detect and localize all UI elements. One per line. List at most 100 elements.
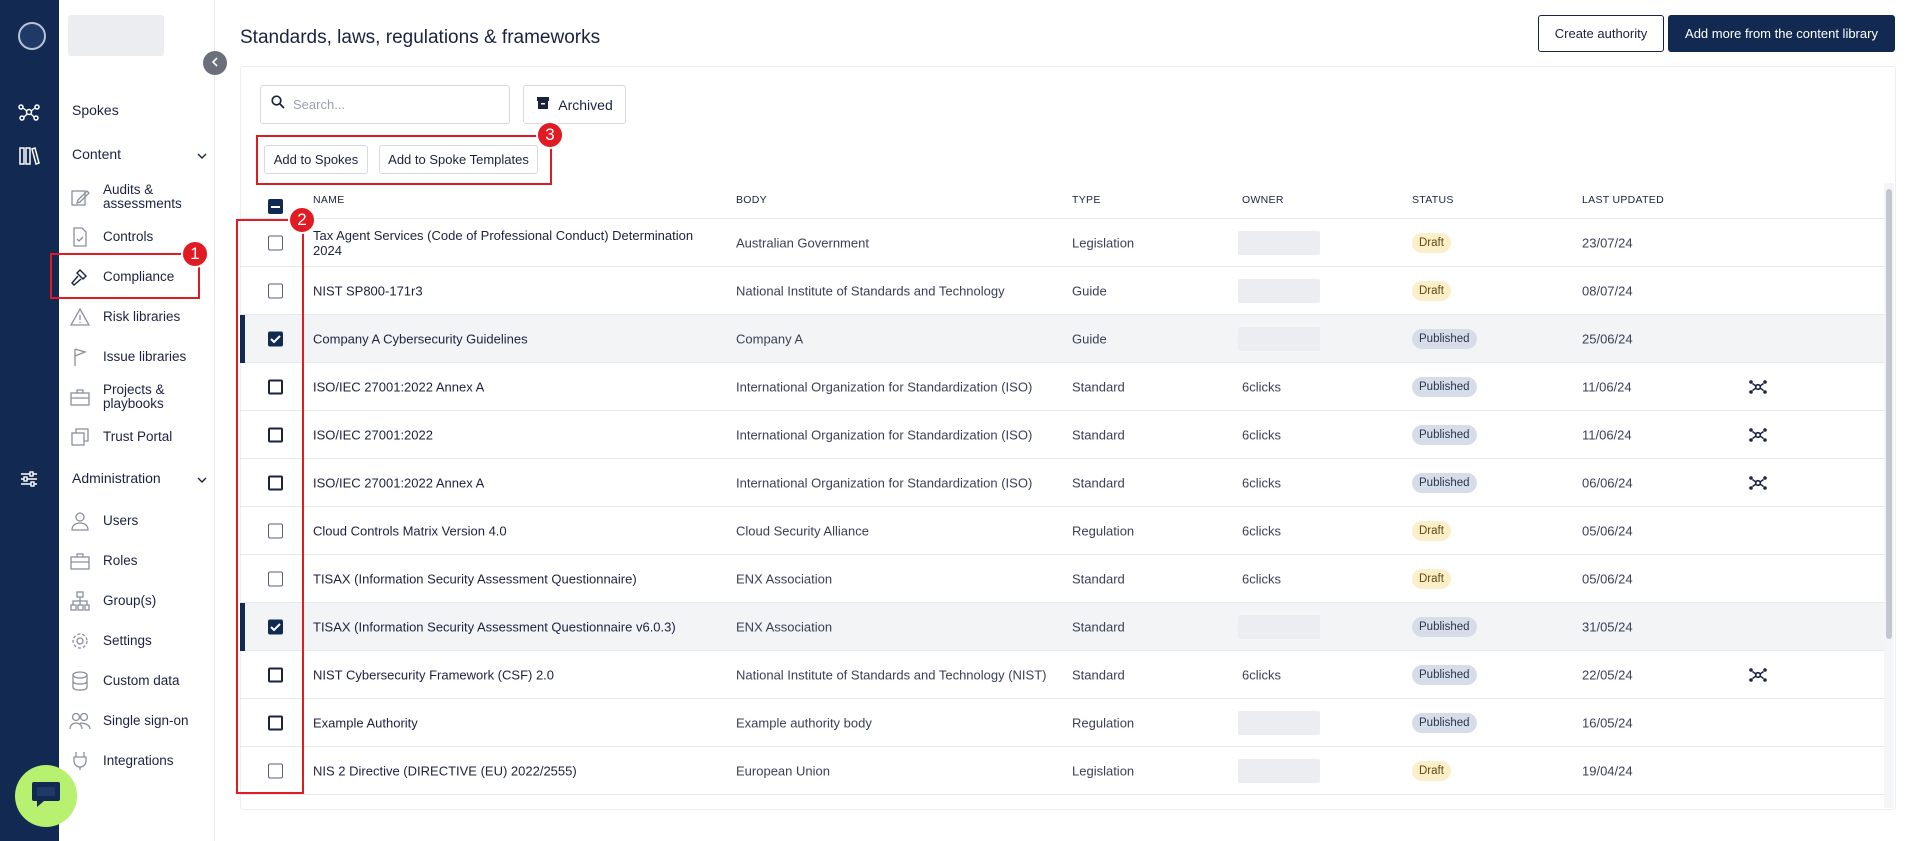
cell-type: Guide [1072, 283, 1107, 298]
sidebar-section-label: Administration [72, 470, 161, 486]
archive-icon [536, 96, 550, 113]
spoke-network-icon[interactable] [1748, 379, 1768, 395]
cell-last-updated: 25/06/24 [1582, 331, 1633, 346]
table-row[interactable]: NIST Cybersecurity Framework (CSF) 2.0 Na… [240, 651, 1884, 699]
cell-name[interactable]: TISAX (Information Security Assessment Q… [313, 619, 713, 634]
cell-body: Company A [736, 331, 804, 346]
table-row[interactable]: Cloud Controls Matrix Version 4.0 Cloud S… [240, 507, 1884, 555]
table-row[interactable]: Tax Agent Services (Code of Professional… [240, 219, 1884, 267]
sidebar-item-label: Custom data [103, 673, 180, 688]
sidebar-item-integrations[interactable]: Integrations [69, 750, 209, 772]
owner-placeholder [1238, 278, 1320, 303]
column-header-body[interactable]: BODY [736, 194, 767, 206]
cell-body: Cloud Security Alliance [736, 523, 869, 538]
cell-last-updated: 19/04/24 [1582, 763, 1633, 778]
cell-last-updated: 05/06/24 [1582, 523, 1633, 538]
cell-owner: 6clicks [1242, 475, 1282, 490]
cell-name[interactable]: NIST SP800-171r3 [313, 283, 713, 298]
status-badge: Draft [1412, 520, 1451, 541]
library-icon[interactable] [17, 144, 41, 168]
sidebar-item-audits[interactable]: Audits & assessments [69, 182, 209, 212]
collapse-sidebar-button[interactable] [203, 51, 227, 75]
cell-owner: 6clicks [1242, 379, 1282, 394]
archived-label: Archived [558, 96, 613, 113]
column-header-type[interactable]: TYPE [1072, 194, 1101, 206]
status-badge: Published [1412, 472, 1477, 493]
chat-button[interactable] [15, 765, 77, 827]
table-row[interactable]: TISAX (Information Security Assessment Q… [240, 555, 1884, 603]
plug-icon [69, 750, 91, 772]
sidebar-item-groups[interactable]: Group(s) [69, 590, 209, 612]
archived-button[interactable]: Archived [523, 85, 626, 124]
annotation-badge-2: 2 [288, 206, 316, 234]
scrollbar-thumb[interactable] [1886, 189, 1892, 639]
sidebar-item-users[interactable]: Users [69, 510, 209, 532]
table-row[interactable]: TISAX (Information Security Assessment Q… [240, 603, 1884, 651]
search-input[interactable] [293, 97, 493, 112]
cell-name[interactable]: TISAX (Information Security Assessment Q… [313, 571, 713, 586]
spoke-network-icon[interactable] [1748, 475, 1768, 491]
table-row[interactable]: ISO/IEC 27001:2022 Annex A International … [240, 363, 1884, 411]
owner-placeholder [1238, 230, 1320, 255]
document-check-icon [69, 226, 91, 248]
cell-name[interactable]: Tax Agent Services (Code of Professional… [313, 228, 713, 258]
sidebar-item-issue-libraries[interactable]: Issue libraries [69, 346, 209, 368]
page-title: Standards, laws, regulations & framework… [240, 27, 601, 48]
sidebar-section-content[interactable]: Content [72, 146, 207, 162]
table-row[interactable]: Example Authority Example authority body R… [240, 699, 1884, 747]
sidebar-section-administration[interactable]: Administration [72, 470, 207, 486]
sidebar-item-settings[interactable]: Settings [69, 630, 209, 652]
table-row[interactable]: NIS 2 Directive (DIRECTIVE (EU) 2022/255… [240, 747, 1884, 795]
owner-placeholder [1238, 326, 1320, 351]
select-all-checkbox[interactable] [268, 199, 283, 214]
cell-owner: 6clicks [1242, 667, 1282, 682]
create-authority-button[interactable]: Create authority [1538, 15, 1664, 52]
spoke-network-icon[interactable] [1748, 667, 1768, 683]
sliders-icon[interactable] [17, 467, 41, 491]
sidebar-item-label: Roles [103, 553, 138, 568]
user-icon [69, 510, 91, 532]
sidebar-item-risk-libraries[interactable]: Risk libraries [69, 306, 209, 328]
cell-name[interactable]: ISO/IEC 27001:2022 Annex A [313, 475, 713, 490]
search-box[interactable] [260, 85, 510, 124]
cell-body: International Organization for Standardi… [736, 379, 1033, 394]
table-scrollbar[interactable] [1884, 183, 1894, 808]
owner-placeholder [1238, 758, 1320, 783]
cell-name[interactable]: NIS 2 Directive (DIRECTIVE (EU) 2022/255… [313, 763, 713, 778]
sidebar-item-spokes[interactable]: Spokes [72, 102, 119, 118]
cell-type: Standard [1072, 571, 1125, 586]
cell-name[interactable]: Example Authority [313, 715, 713, 730]
cell-name[interactable]: Cloud Controls Matrix Version 4.0 [313, 523, 713, 538]
column-header-name[interactable]: NAME [313, 194, 345, 206]
brand-logo [68, 15, 164, 56]
sidebar-item-sso[interactable]: Single sign-on [69, 710, 209, 732]
cell-type: Standard [1072, 427, 1125, 442]
column-header-last-updated[interactable]: LAST UPDATED [1582, 194, 1664, 206]
cell-name[interactable]: NIST Cybersecurity Framework (CSF) 2.0 [313, 667, 713, 682]
hierarchy-icon [69, 590, 91, 612]
app-root: Spokes Content Audits & assessments Cont… [0, 0, 1920, 841]
sidebar-item-projects[interactable]: Projects & playbooks [69, 382, 209, 412]
column-header-owner[interactable]: OWNER [1242, 194, 1284, 206]
column-header-status[interactable]: STATUS [1412, 194, 1454, 206]
table-row[interactable]: NIST SP800-171r3 National Institute of St… [240, 267, 1884, 315]
spoke-network-icon[interactable] [1748, 427, 1768, 443]
sidebar-item-roles[interactable]: Roles [69, 550, 209, 572]
add-from-library-button[interactable]: Add more from the content library [1668, 15, 1895, 52]
cell-last-updated: 06/06/24 [1582, 475, 1633, 490]
cell-name[interactable]: Company A Cybersecurity Guidelines [313, 331, 713, 346]
logo-icon[interactable] [18, 22, 46, 50]
sidebar-item-label: Controls [103, 229, 154, 244]
table-row[interactable]: ISO/IEC 27001:2022 Annex A International … [240, 459, 1884, 507]
sidebar-item-trust-portal[interactable]: Trust Portal [69, 426, 209, 448]
network-icon[interactable] [17, 100, 41, 124]
cell-last-updated: 16/05/24 [1582, 715, 1633, 730]
table-row[interactable]: ISO/IEC 27001:2022 International Organiza… [240, 411, 1884, 459]
annotation-box-3 [256, 135, 552, 185]
sidebar-item-label: Settings [103, 633, 152, 648]
table-row[interactable]: Company A Cybersecurity Guidelines Compan… [240, 315, 1884, 363]
cell-name[interactable]: ISO/IEC 27001:2022 [313, 427, 713, 442]
cell-last-updated: 08/07/24 [1582, 283, 1633, 298]
cell-name[interactable]: ISO/IEC 27001:2022 Annex A [313, 379, 713, 394]
sidebar-item-custom-data[interactable]: Custom data [69, 670, 209, 692]
